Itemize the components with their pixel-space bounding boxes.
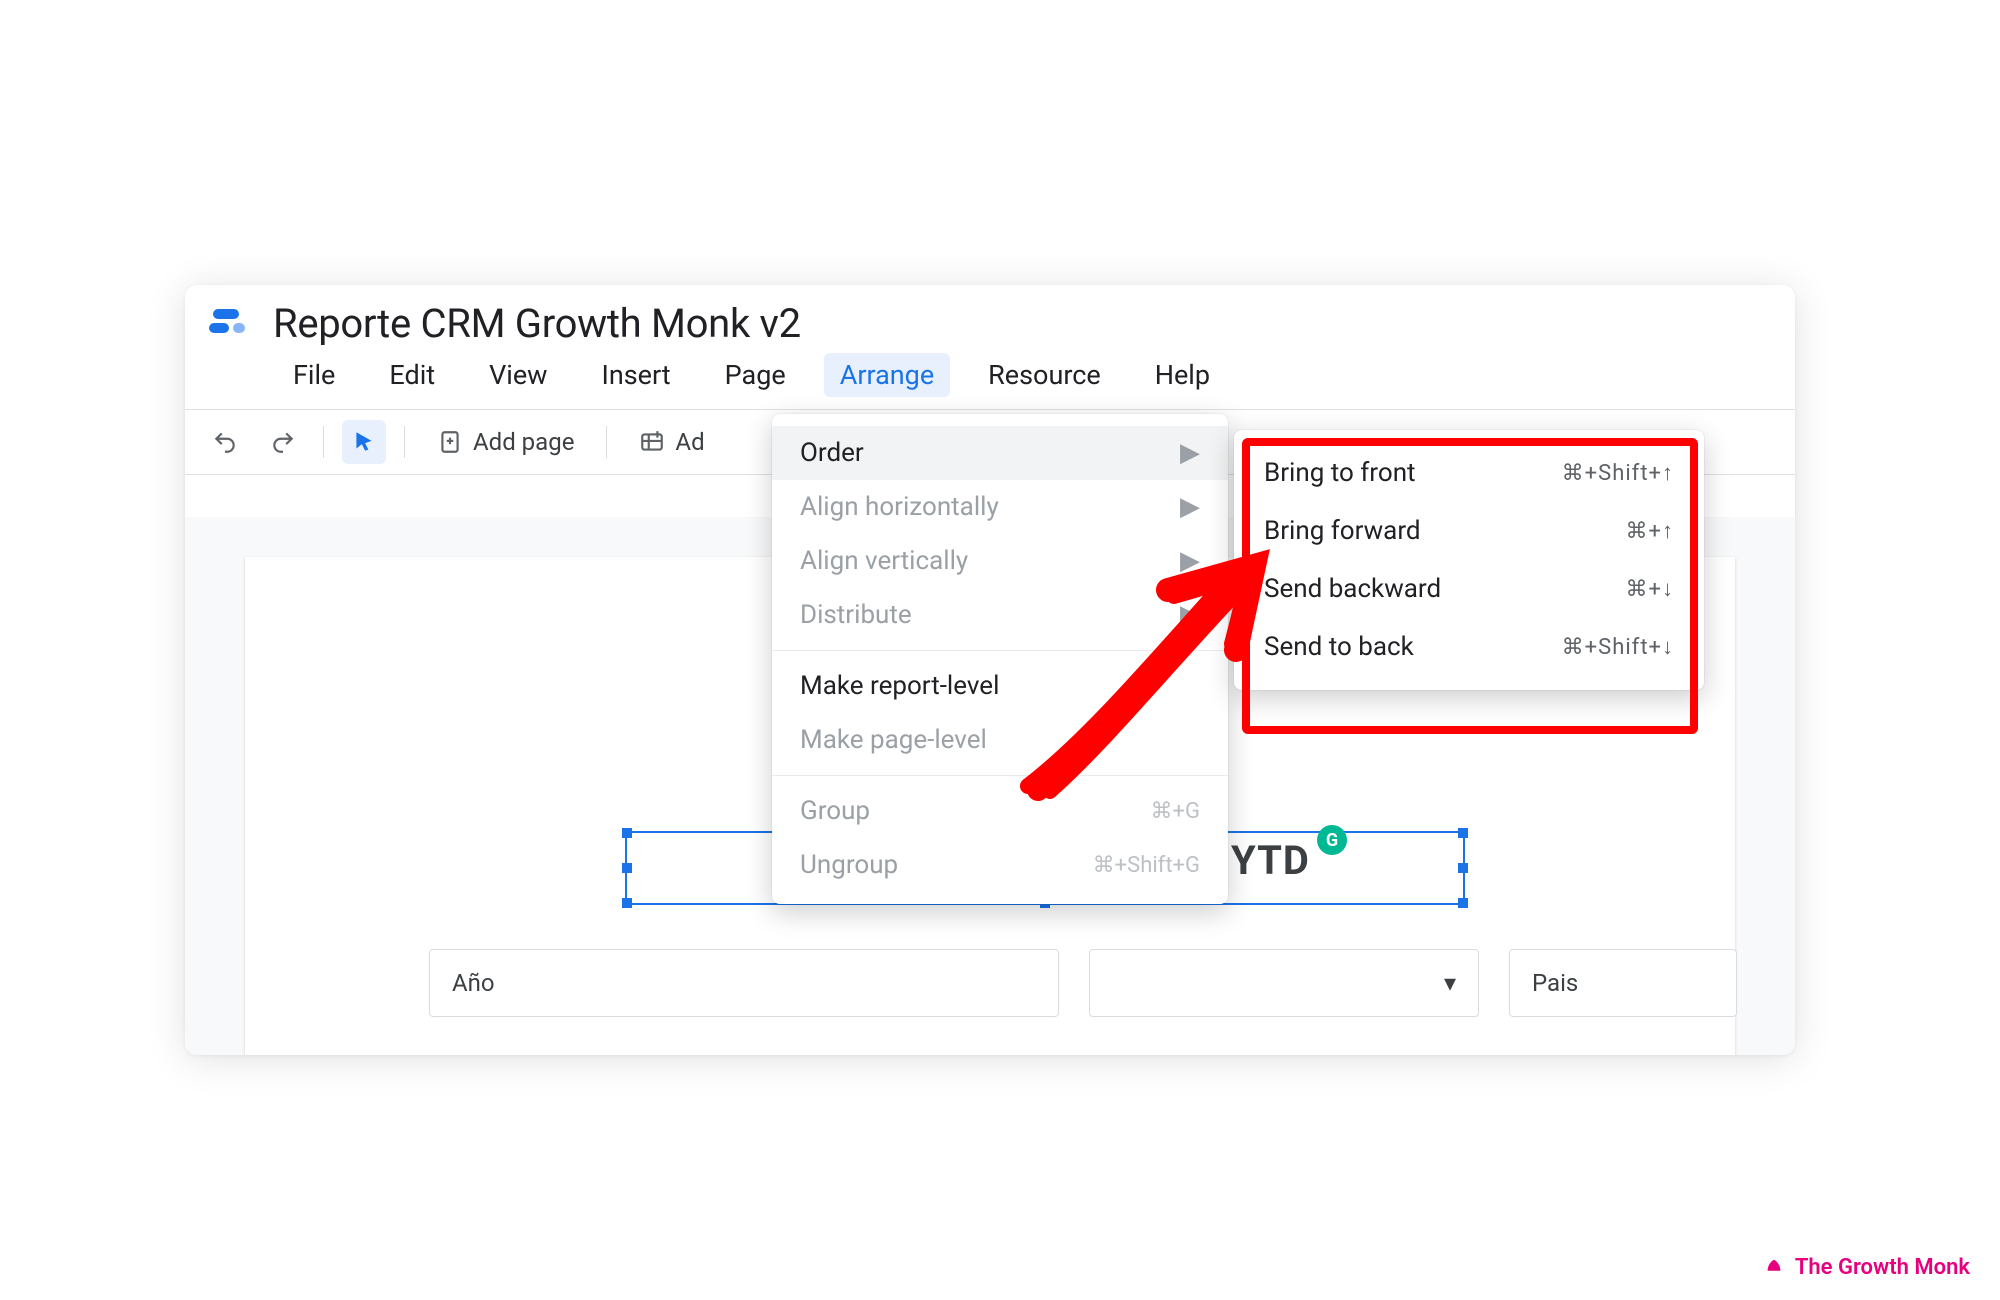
grammarly-badge-icon[interactable]: G [1317,825,1347,855]
submenu-item-shortcut: ⌘+↑ [1626,518,1674,544]
resize-handle[interactable] [622,898,632,908]
undo-button[interactable] [203,420,247,464]
menu-item-align-horizontally: Align horizontally ▶ [772,480,1228,534]
submenu-item-bring-to-front[interactable]: Bring to front ⌘+Shift+↑ [1234,444,1704,502]
submenu-caret-icon: ▶ [1180,546,1200,576]
attribution: The Growth Monk [1763,1255,1970,1280]
menu-item-label: Ungroup [800,850,898,880]
menu-item-shortcut: ⌘+G [1151,799,1200,824]
add-page-button[interactable]: Add page [423,422,588,462]
submenu-caret-icon: ▶ [1180,438,1200,468]
app-logo-icon [207,299,255,347]
title-bar: Reporte CRM Growth Monk v2 [185,285,1795,349]
menu-bar: File Edit View Insert Page Arrange Resou… [185,349,1795,409]
submenu-item-label: Bring forward [1264,516,1421,546]
submenu-caret-icon: ▶ [1180,492,1200,522]
filter-country-dropdown[interactable]: Pais [1509,949,1737,1017]
order-submenu-popup: Bring to front ⌘+Shift+↑ Bring forward ⌘… [1234,430,1704,690]
filter-year-label: Año [452,969,495,997]
resize-handle[interactable] [622,828,632,838]
menu-file[interactable]: File [277,353,351,397]
filter-dropdown-2[interactable]: ▾ [1089,949,1479,1017]
menu-item-group: Group ⌘+G [772,784,1228,838]
menu-help[interactable]: Help [1139,353,1226,397]
submenu-caret-icon: ▶ [1180,600,1200,630]
resize-handle[interactable] [1458,898,1468,908]
menu-item-label: Align vertically [800,546,968,576]
resize-handle[interactable] [1458,863,1468,873]
menu-item-label: Order [800,438,864,468]
submenu-item-bring-forward[interactable]: Bring forward ⌘+↑ [1234,502,1704,560]
menu-item-distribute: Distribute ▶ [772,588,1228,642]
menu-arrange[interactable]: Arrange [824,353,950,397]
selected-text-element[interactable]: YTD [1231,837,1310,884]
menu-insert[interactable]: Insert [585,353,686,397]
menu-item-shortcut: ⌘+Shift+G [1093,853,1200,878]
add-data-label-truncated: Ad [675,428,704,456]
menu-item-ungroup: Ungroup ⌘+Shift+G [772,838,1228,892]
resize-handle[interactable] [1458,828,1468,838]
chevron-down-icon: ▾ [1444,969,1456,997]
submenu-item-shortcut: ⌘+↓ [1626,576,1674,602]
menu-page[interactable]: Page [709,353,802,397]
menu-item-label: Make report-level [800,671,999,701]
menu-item-label: Align horizontally [800,492,999,522]
menu-separator [772,775,1228,776]
arrange-menu-popup: Order ▶ Align horizontally ▶ Align verti… [772,414,1228,904]
growth-monk-logo-icon [1763,1257,1785,1279]
menu-item-make-report-level[interactable]: Make report-level [772,659,1228,713]
menu-view[interactable]: View [473,353,563,397]
menu-item-label: Distribute [800,600,912,630]
menu-item-label: Group [800,796,870,826]
add-page-label: Add page [473,428,574,456]
submenu-item-send-to-back[interactable]: Send to back ⌘+Shift+↓ [1234,618,1704,676]
submenu-item-label: Send to back [1264,632,1414,662]
submenu-item-label: Bring to front [1264,458,1416,488]
resize-handle[interactable] [622,863,632,873]
submenu-item-send-backward[interactable]: Send backward ⌘+↓ [1234,560,1704,618]
menu-item-align-vertically: Align vertically ▶ [772,534,1228,588]
menu-edit[interactable]: Edit [373,353,451,397]
select-tool-button[interactable] [342,420,386,464]
toolbar-separator [404,426,405,458]
menu-item-label: Make page-level [800,725,987,755]
toolbar-separator [323,426,324,458]
submenu-item-shortcut: ⌘+Shift+↓ [1562,634,1674,660]
attribution-text: The Growth Monk [1795,1255,1970,1280]
menu-item-make-page-level: Make page-level [772,713,1228,767]
filter-country-label: Pais [1532,969,1578,997]
submenu-item-shortcut: ⌘+Shift+↑ [1562,460,1674,486]
redo-button[interactable] [261,420,305,464]
filter-year-dropdown[interactable]: Año [429,949,1059,1017]
submenu-item-label: Send backward [1264,574,1441,604]
add-data-button[interactable]: Ad [625,422,718,462]
menu-resource[interactable]: Resource [972,353,1117,397]
menu-separator [772,650,1228,651]
menu-item-order[interactable]: Order ▶ [772,426,1228,480]
toolbar-separator [606,426,607,458]
document-title[interactable]: Reporte CRM Growth Monk v2 [273,300,801,347]
